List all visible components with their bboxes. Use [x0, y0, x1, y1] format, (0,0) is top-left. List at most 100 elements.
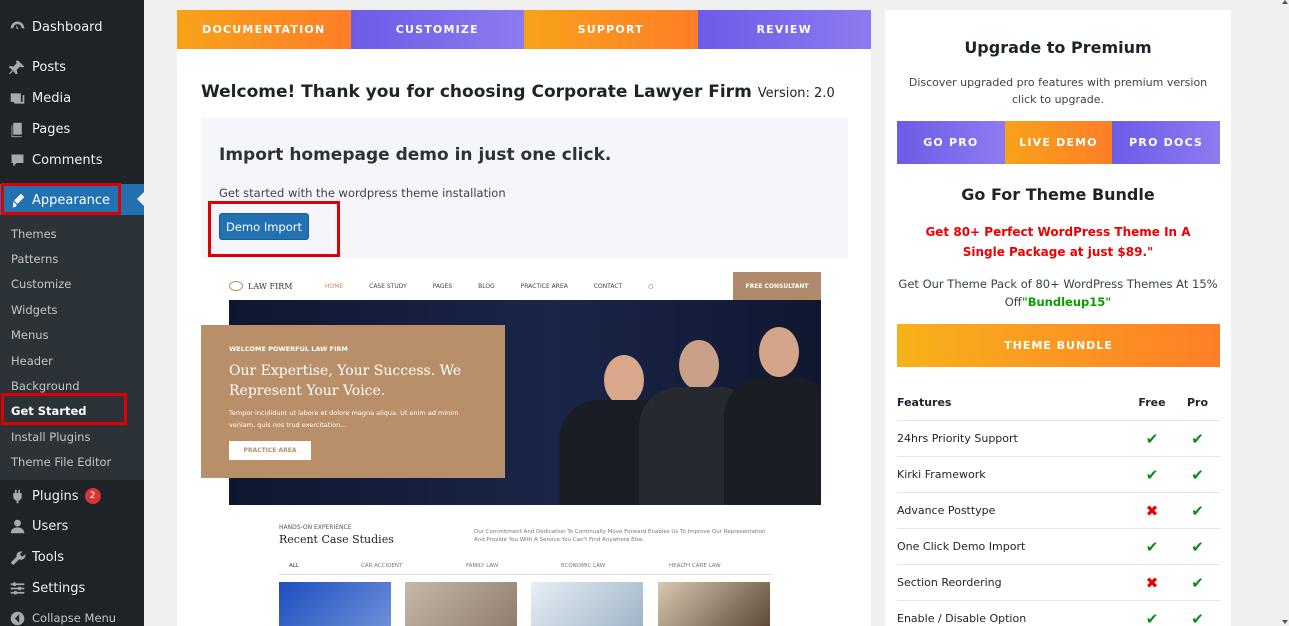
tab-review[interactable]: REVIEW [697, 10, 871, 49]
table-row: Kirki Framework ✔ ✔ [897, 457, 1220, 493]
bundle-desc: Get Our Theme Pack of 80+ WordPress Them… [897, 275, 1219, 311]
preview-search-icon: ○ [648, 282, 654, 290]
theme-bundle-button[interactable]: THEME BUNDLE [897, 324, 1220, 367]
sidebar-label: Dashboard [32, 19, 103, 35]
go-pro-button[interactable]: GO PRO [897, 121, 1005, 164]
tab-support[interactable]: SUPPORT [524, 10, 698, 49]
check-icon: ✔ [1145, 537, 1159, 556]
page-scrollbar[interactable] [1281, 0, 1289, 626]
settings-icon [8, 579, 26, 597]
check-icon: ✔ [1145, 465, 1159, 484]
sidebar-item-media[interactable]: Media [0, 83, 144, 113]
highlight-box-appearance [1, 183, 121, 215]
preview-logo-text: LAW FIRM [248, 281, 293, 291]
sidebar-label: Media [32, 90, 72, 106]
dashboard-icon [8, 18, 26, 36]
submenu-theme-file-editor[interactable]: Theme File Editor [11, 455, 111, 469]
update-count-badge: 2 [84, 488, 101, 504]
submenu-background[interactable]: Background [11, 379, 80, 393]
tab-documentation[interactable]: DOCUMENTATION [177, 10, 351, 49]
check-icon: ✔ [1191, 537, 1204, 556]
upgrade-title: Upgrade to Premium [964, 38, 1152, 57]
submenu-themes[interactable]: Themes [11, 227, 57, 241]
scroll-down-arrow-icon[interactable] [1282, 620, 1288, 624]
theme-preview-image: LAW FIRM HOME CASE STUDY PAGES BLOG PRAC… [201, 272, 821, 626]
check-icon: ✔ [1145, 609, 1159, 626]
preview-logo: LAW FIRM [229, 281, 325, 291]
preview-body: Tempor incididunt ut labore et dolore ma… [229, 409, 459, 429]
table-row: Advance Posttype ✖ ✔ [897, 493, 1220, 529]
highlight-box-demo-import [208, 201, 340, 257]
header-features: Features [897, 396, 952, 409]
cross-icon: ✖ [1145, 501, 1159, 520]
preview-hero-card: WELCOME POWERFUL LAW FIRM Our Expertise,… [201, 325, 505, 478]
pro-docs-button[interactable]: PRO DOCS [1112, 121, 1221, 164]
pin-icon [8, 58, 26, 76]
cross-icon: ✖ [1145, 573, 1159, 592]
check-icon: ✔ [1191, 465, 1204, 484]
import-title: Import homepage demo in just one click. [219, 145, 612, 165]
preview-menu-item: PAGES [432, 282, 453, 290]
case-thumbnail-family [405, 582, 517, 626]
feature-name: Advance Posttype [897, 504, 996, 517]
sidebar-item-comments[interactable]: Comments [0, 145, 144, 175]
upgrade-desc: Discover upgraded pro features with prem… [908, 76, 1208, 106]
media-icon [8, 89, 26, 107]
submenu-header[interactable]: Header [11, 354, 53, 368]
sidebar-item-tools[interactable]: Tools [0, 542, 144, 572]
collapse-menu-button[interactable]: Collapse Menu [0, 603, 144, 626]
sidebar-item-plugins[interactable]: Plugins 2 [0, 481, 144, 511]
header-free: Free [1138, 396, 1166, 409]
preview-menu-item: CASE STUDY [369, 282, 407, 290]
bundle-coupon-code: "Bundleup15" [1021, 295, 1112, 309]
feature-name: Section Reordering [897, 576, 1002, 589]
sidebar-item-users[interactable]: Users [0, 511, 144, 541]
table-row: 24hrs Priority Support ✔ ✔ [897, 421, 1220, 457]
feature-name: Kirki Framework [897, 468, 986, 481]
comment-icon [8, 151, 26, 169]
features-table-header: Features Free Pro [897, 385, 1220, 421]
submenu-menus[interactable]: Menus [11, 328, 49, 342]
filter-item: HEALTH CARE LAW [669, 563, 721, 569]
check-icon: ✔ [1191, 573, 1204, 592]
table-row: One Click Demo Import ✔ ✔ [897, 529, 1220, 565]
case-thumbnail-law [658, 582, 770, 626]
preview-headline: Our Expertise, Your Success. We Represen… [229, 363, 462, 399]
sidebar-label: Settings [32, 580, 86, 596]
sidebar-item-pages[interactable]: Pages [0, 114, 144, 144]
plugin-icon [8, 487, 26, 505]
sidebar-label: Pages [32, 121, 71, 137]
check-icon: ✔ [1191, 429, 1204, 448]
collapse-icon [8, 609, 26, 626]
sidebar-item-posts[interactable]: Posts [0, 52, 144, 82]
submenu-patterns[interactable]: Patterns [11, 252, 58, 266]
case-thumbnail-medical [531, 582, 643, 626]
live-demo-button[interactable]: LIVE DEMO [1004, 121, 1113, 164]
import-subtitle: Get started with the wordpress theme ins… [219, 186, 506, 200]
tab-customize[interactable]: CUSTOMIZE [350, 10, 524, 49]
sidebar-item-dashboard[interactable]: Dashboard [0, 12, 144, 42]
welcome-heading: Welcome! Thank you for choosing Corporat… [201, 82, 835, 102]
submenu-customize[interactable]: Customize [11, 277, 71, 291]
submenu-install-plugins[interactable]: Install Plugins [11, 430, 90, 444]
check-icon: ✔ [1191, 609, 1204, 626]
check-icon: ✔ [1145, 429, 1159, 448]
sidebar-label: Users [32, 518, 69, 534]
scroll-up-arrow-icon[interactable] [1282, 0, 1288, 4]
filter-item: ALL [289, 563, 299, 569]
preview-button: PRACTICE AREA [229, 441, 311, 460]
pages-icon [8, 120, 26, 138]
preview-menu-item: PRACTICE AREA [520, 282, 568, 290]
person-head [759, 327, 799, 377]
top-tabs: DOCUMENTATION CUSTOMIZE SUPPORT REVIEW [177, 10, 871, 49]
premium-panel: Upgrade to Premium Discover upgraded pro… [885, 10, 1231, 626]
users-icon [8, 517, 26, 535]
bundle-offer: Get 80+ Perfect WordPress Theme In A Sin… [925, 225, 1191, 259]
person-head [604, 355, 644, 405]
sidebar-label: Collapse Menu [32, 611, 117, 625]
cases-desc: Our Commitment And Dedication To Continu… [474, 529, 766, 543]
scales-logo-icon [229, 281, 243, 291]
sidebar-item-settings[interactable]: Settings [0, 573, 144, 603]
table-row: Enable / Disable Option ✔ ✔ [897, 601, 1220, 626]
submenu-widgets[interactable]: Widgets [11, 303, 58, 317]
